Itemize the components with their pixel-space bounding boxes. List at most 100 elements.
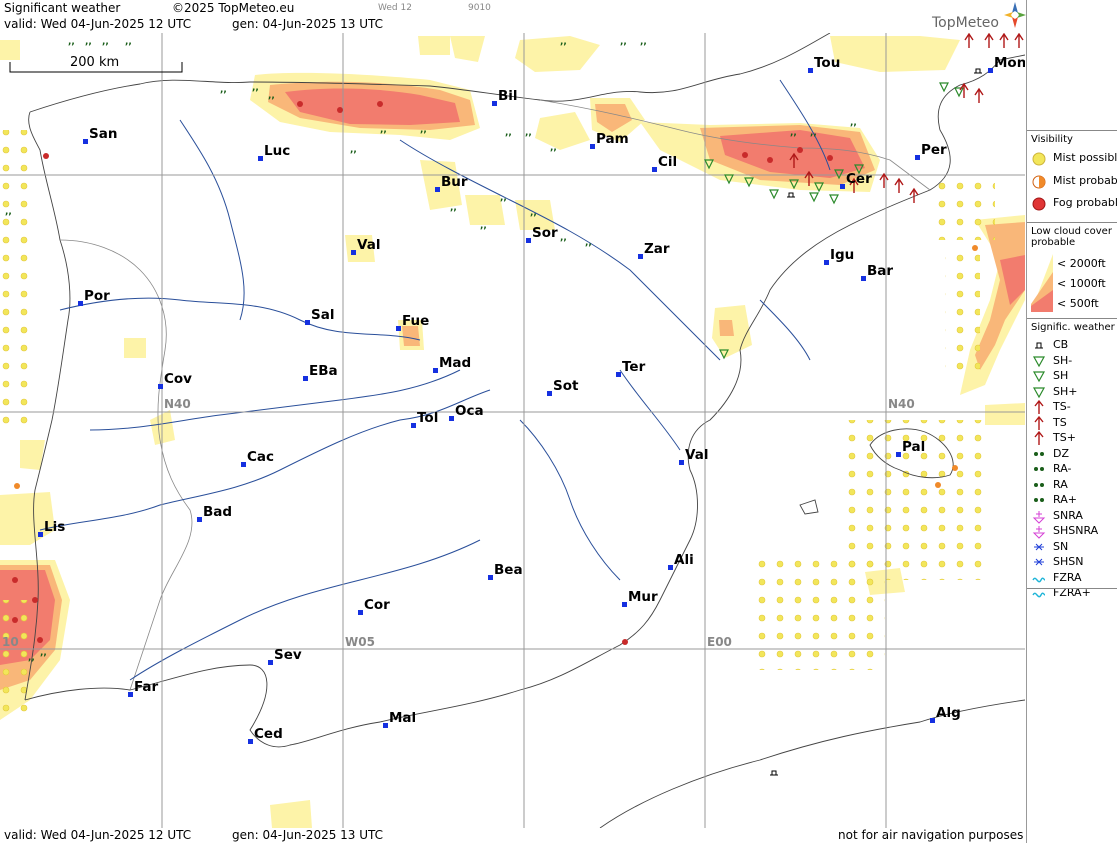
shower-light-icon <box>1032 355 1046 367</box>
city-label: Cov <box>164 371 192 387</box>
city-marker <box>915 155 920 160</box>
city-marker <box>305 320 310 325</box>
city-marker <box>449 416 454 421</box>
city-marker <box>547 391 552 396</box>
product-code: 9010 <box>468 3 491 13</box>
city-label: Sev <box>274 647 302 663</box>
city-label: Sal <box>311 307 334 323</box>
city-marker <box>622 602 627 607</box>
svg-text:,,: ,, <box>530 208 537 218</box>
city-label: Pal <box>902 439 925 455</box>
city-label: Bil <box>498 88 518 104</box>
city-label: Cer <box>846 171 872 187</box>
svg-text:,,: ,, <box>810 128 817 138</box>
legend-panel: Visibility Mist possible Mist probable F… <box>1026 0 1117 843</box>
city-label: Lis <box>44 519 65 535</box>
shower-heavy-icon <box>1032 386 1046 398</box>
city-marker <box>78 301 83 306</box>
grid-label-e00: E00 <box>707 635 732 649</box>
svg-text:,,: ,, <box>28 653 35 663</box>
city-label: Zar <box>644 241 670 257</box>
svg-text:,,: ,, <box>420 125 427 135</box>
svg-text:,,: ,, <box>480 221 487 231</box>
shower-icon <box>1032 371 1046 383</box>
footer: valid: Wed 04-Jun-2025 12 UTC gen: 04-Ju… <box>0 828 1025 843</box>
thunderstorm-light-icon <box>1034 400 1044 414</box>
logo-text: TopMeteo <box>932 15 999 31</box>
city-marker <box>840 184 845 189</box>
city-label: Igu <box>830 247 854 263</box>
drizzle-icon <box>1034 451 1044 456</box>
svg-text:,,: ,, <box>505 128 512 138</box>
city-label: Sor <box>532 225 558 241</box>
city-marker <box>241 462 246 467</box>
city-label: Pam <box>596 131 629 147</box>
sleet-icon <box>1032 510 1046 524</box>
city-marker <box>197 517 202 522</box>
svg-text:,,: ,, <box>640 37 647 47</box>
grid-label-n40-east: N40 <box>888 397 915 411</box>
header: Significant weather ©2025 TopMeteo.eu We… <box>0 0 1026 33</box>
city-cov-20: Cov <box>158 371 192 389</box>
city-marker <box>268 660 273 665</box>
city-marker <box>435 187 440 192</box>
copyright: ©2025 TopMeteo.eu <box>172 1 295 15</box>
city-label: Oca <box>455 403 484 419</box>
city-oca-24: Oca <box>449 403 484 421</box>
svg-text:,,: ,, <box>560 233 567 243</box>
city-marker <box>808 68 813 73</box>
city-marker <box>351 250 356 255</box>
city-label: Cil <box>658 154 677 170</box>
city-mur-33: Mur <box>622 589 658 607</box>
lowcloud-ramp-icon <box>1031 254 1053 312</box>
generated-time: gen: 04-Jun-2025 13 UTC <box>232 17 384 31</box>
mist-possible-icon <box>1032 152 1046 166</box>
visibility-title: Visibility <box>1031 134 1073 145</box>
svg-text:,,: ,, <box>68 37 75 47</box>
city-label: Ali <box>674 552 694 568</box>
lowcloud-2000: < 2000ft <box>1057 257 1106 270</box>
grid-label-n40-west: N40 <box>164 397 191 411</box>
svg-text:,,: ,, <box>350 145 357 155</box>
rain-icon <box>1034 482 1044 487</box>
svg-text:,,: ,, <box>790 128 797 138</box>
city-marker <box>358 610 363 615</box>
city-label: Ter <box>622 359 646 375</box>
city-bad-28: Bad <box>197 504 232 522</box>
city-mon-1: Mon <box>988 55 1025 73</box>
city-marker <box>861 276 866 281</box>
city-marker <box>158 384 163 389</box>
city-label: Fue <box>402 313 429 329</box>
city-ced-38: Ced <box>248 726 283 744</box>
city-marker <box>668 565 673 570</box>
city-label: Mur <box>628 589 658 605</box>
svg-text:,,: ,, <box>620 37 627 47</box>
city-marker <box>396 326 401 331</box>
city-label: EBa <box>309 363 338 379</box>
city-label: Cor <box>364 597 390 613</box>
city-marker <box>616 372 621 377</box>
city-marker <box>638 254 643 259</box>
logo-icon <box>1004 2 1026 28</box>
city-label: Per <box>921 142 947 158</box>
city-marker <box>248 739 253 744</box>
city-marker <box>128 692 133 697</box>
valid-time: valid: Wed 04-Jun-2025 12 UTC <box>4 17 192 31</box>
city-label: Cac <box>247 449 274 465</box>
city-label: Bur <box>441 174 468 190</box>
map-title: Significant weather <box>4 1 121 15</box>
city-label: San <box>89 126 117 142</box>
city-label: Mad <box>439 355 471 371</box>
city-marker <box>83 139 88 144</box>
city-label: Tol <box>417 410 438 426</box>
city-marker <box>488 575 493 580</box>
city-marker <box>411 423 416 428</box>
svg-text:,,: ,, <box>500 193 507 203</box>
svg-text:,,: ,, <box>585 238 592 248</box>
day-code: Wed 12 <box>378 3 412 13</box>
city-marker <box>383 723 388 728</box>
footer-disclaimer: not for air navigation purposes <box>838 828 1024 842</box>
svg-text:,,: ,, <box>850 118 857 128</box>
city-marker <box>930 718 935 723</box>
city-label: Alg <box>936 705 961 721</box>
